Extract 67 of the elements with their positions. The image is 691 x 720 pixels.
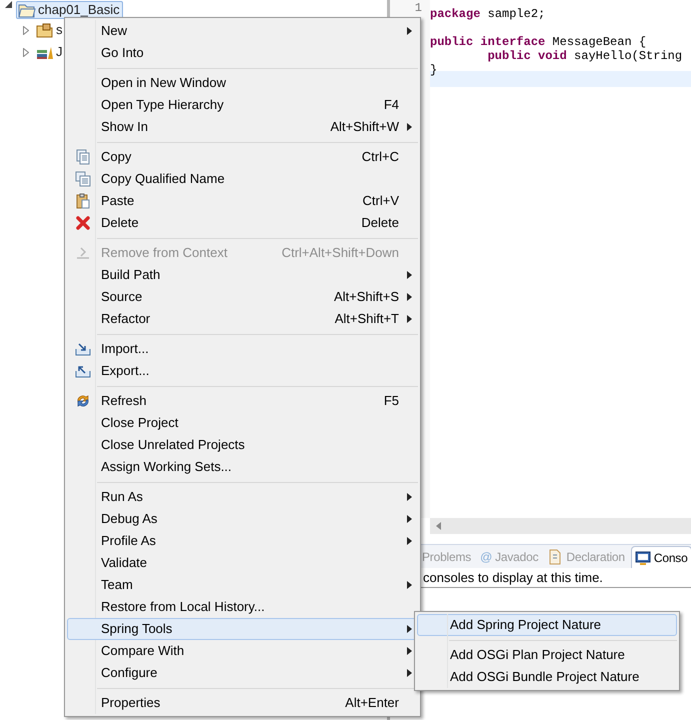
collapsed-arrow-icon[interactable]: [23, 26, 29, 34]
collapsed-arrow-icon[interactable]: [23, 48, 29, 56]
menu-item[interactable]: Debug As: [67, 508, 418, 530]
submenu-arrow-icon: [406, 293, 412, 301]
menu-item[interactable]: Add Spring Project Nature: [417, 614, 677, 636]
menu-item[interactable]: Compare With: [67, 640, 418, 662]
menu-item[interactable]: Show In Alt+Shift+W: [67, 116, 418, 138]
menu-item[interactable]: Team: [67, 574, 418, 596]
menu-item[interactable]: Paste Ctrl+V: [67, 190, 418, 212]
expanded-arrow-icon[interactable]: [4, 1, 12, 8]
menu-item[interactable]: Copy Ctrl+C: [67, 146, 418, 168]
menu-item[interactable]: Go Into: [67, 42, 418, 64]
menu-item[interactable]: Close Unrelated Projects: [67, 434, 418, 456]
menu-item[interactable]: Import...: [67, 338, 418, 360]
line-number: 1: [414, 1, 422, 15]
scroll-left-arrow-icon[interactable]: [436, 522, 441, 530]
code-line: package sample2;: [430, 7, 546, 21]
refresh-icon: [75, 393, 91, 409]
menu-item[interactable]: Assign Working Sets...: [67, 456, 418, 478]
clipboard-icon: [75, 193, 91, 209]
menu-item[interactable]: Properties Alt+Enter: [67, 692, 418, 714]
submenu-arrow-icon: [406, 647, 412, 655]
submenu-arrow-icon: [406, 581, 412, 589]
menu-item[interactable]: Add OSGi Plan Project Nature: [417, 644, 677, 666]
console-message: consoles to display at this time.: [423, 568, 603, 587]
menu-item[interactable]: Close Project: [67, 412, 418, 434]
menu-item[interactable]: Refactor Alt+Shift+T: [67, 308, 418, 330]
submenu-arrow-icon: [406, 537, 412, 545]
package-folder-icon: [36, 22, 54, 38]
submenu-arrow-icon: [406, 515, 412, 523]
submenu-arrow-icon: [406, 669, 412, 677]
menu-item[interactable]: Refresh F5: [67, 390, 418, 412]
menu-item[interactable]: Run As: [67, 486, 418, 508]
folder-icon: [18, 2, 36, 18]
menu-item[interactable]: Export...: [67, 360, 418, 382]
menu-item[interactable]: Profile As: [67, 530, 418, 552]
menu-item[interactable]: Restore from Local History...: [67, 596, 418, 618]
copy-icon: [75, 149, 91, 165]
tree-item[interactable]: J: [34, 43, 66, 61]
menu-item[interactable]: Open Type Hierarchy F4: [67, 94, 418, 116]
import-icon: [75, 341, 91, 357]
document-icon: [547, 549, 564, 565]
menu-item[interactable]: New: [67, 20, 418, 42]
menu-item[interactable]: Source Alt+Shift+S: [67, 286, 418, 308]
delete-icon: [75, 215, 91, 231]
menu-item[interactable]: Delete Delete: [67, 212, 418, 234]
menu-item[interactable]: Build Path: [67, 264, 418, 286]
copy-icon: [75, 171, 91, 187]
submenu-arrow-icon: [406, 271, 412, 279]
submenu-arrow-icon: [406, 123, 412, 131]
code-line: public void sayHello(String: [486, 49, 682, 63]
code-line: public interface MessageBean {: [430, 35, 646, 49]
menu-item[interactable]: Add OSGi Bundle Project Nature: [417, 666, 677, 688]
menu-item[interactable]: Open in New Window: [67, 72, 418, 94]
menu-item[interactable]: Copy Qualified Name: [67, 168, 418, 190]
submenu-arrow-icon: [406, 27, 412, 35]
submenu-arrow-icon: [406, 493, 412, 501]
menu-item[interactable]: Configure: [67, 662, 418, 684]
monitor-icon: [634, 550, 651, 566]
remove-icon: [75, 245, 91, 261]
menu-item[interactable]: Validate: [67, 552, 418, 574]
tree-item[interactable]: s: [34, 21, 66, 39]
submenu-arrow-icon: [406, 315, 412, 323]
submenu-arrow-icon: [406, 625, 412, 633]
view-tab[interactable]: Conso: [630, 546, 691, 568]
code-line: }: [430, 63, 438, 77]
tree-item[interactable]: chap01_Basic: [16, 1, 123, 19]
